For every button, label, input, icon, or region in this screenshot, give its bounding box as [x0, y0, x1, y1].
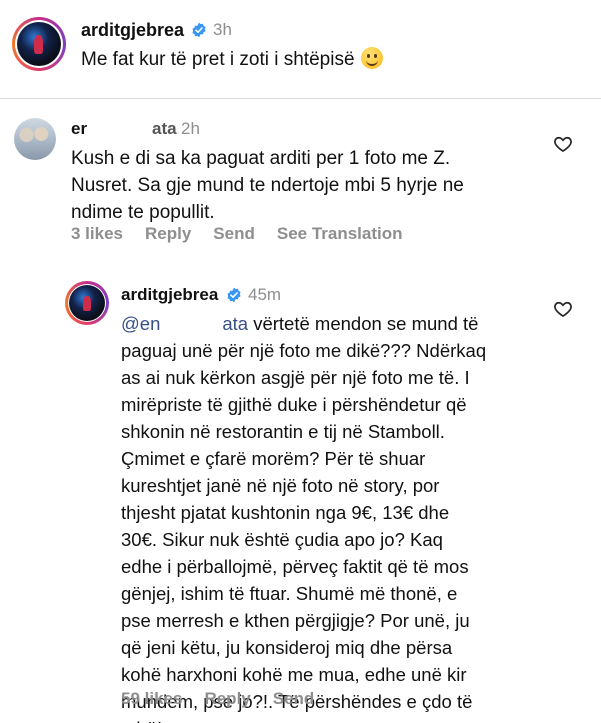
reply-text-line: shkonin në restorantin e tij në Stamboll…: [121, 421, 445, 442]
reply-text-line: as ai nuk kërkon asgjë për një foto me t…: [121, 367, 470, 388]
verified-badge-icon: [227, 287, 241, 303]
reply-text-line: pse merresh e kthen përgjigje? Por unë, …: [121, 610, 470, 631]
send-button[interactable]: Send: [273, 689, 315, 708]
caption-username[interactable]: arditgjebrea: [81, 20, 184, 41]
reply-text: @en ata vërtetë mendon se mund të paguaj …: [121, 310, 551, 723]
like-heart-icon[interactable]: [553, 134, 573, 154]
reply-text-line: gënjej, ishim të ftuar. Shumë më thonë, …: [121, 583, 458, 604]
comment-actions: 3 likes Reply Send See Translation: [71, 224, 425, 244]
reply-time: 45m: [248, 285, 282, 304]
comment-text: Kush e di sa ka paguat arditi per 1 foto…: [71, 145, 464, 226]
reply-username[interactable]: arditgjebrea: [121, 285, 218, 305]
avatar[interactable]: [69, 285, 105, 321]
caption-text: Me fat kur të pret i zoti i shtëpisë: [81, 46, 383, 73]
commenter-username-start[interactable]: er: [71, 119, 87, 139]
likes-count[interactable]: 3 likes: [71, 224, 123, 243]
commenter-username-end[interactable]: ata: [152, 119, 177, 139]
reply-text-line: paguaj unë për një foto me dikë??? Ndërk…: [121, 340, 487, 361]
reply-text-line: thjesht pjatat kushtonin nga 9€, 13€ dhe: [121, 502, 450, 523]
reply-text-line: mirëpriste të gjithë duke i përshëndetur…: [121, 394, 467, 415]
see-translation-button[interactable]: See Translation: [277, 224, 403, 243]
like-heart-icon[interactable]: [553, 299, 573, 319]
comment-text-line: ndime te popullit.: [71, 202, 215, 223]
reply-text-line: Çmimet e çfarë morëm? Për të shuar: [121, 448, 426, 469]
comment-time: 2h: [181, 119, 200, 138]
reply-text-line: edhe i përballojmë, përveç faktit që të …: [121, 556, 469, 577]
reply-text-line: kohë harxhoni kohë me mua, edhe unë kir: [121, 664, 467, 685]
comment-text-line: Nusret. Sa gje mund te ndertoje mbi 5 hy…: [71, 175, 464, 196]
divider: [0, 98, 601, 99]
smiling-face-icon: [360, 47, 383, 69]
comment-text-line: Kush e di sa ka paguat arditi per 1 foto…: [71, 148, 451, 169]
reply-text-line: kureshtjet janë në një foto në story, po…: [121, 475, 440, 496]
reply-text-segment: vërtetë mendon se mund të: [248, 313, 479, 334]
commenter-avatar[interactable]: [14, 118, 56, 160]
reply-text-line: që jeni këtu, ju konsideroj miq dhe përs…: [121, 637, 453, 658]
likes-count[interactable]: 59 likes: [121, 689, 182, 708]
mention-link-end[interactable]: ata: [222, 313, 248, 334]
reply-avatar-ring[interactable]: [65, 281, 109, 325]
reply-button[interactable]: Reply: [204, 689, 250, 708]
mention-link[interactable]: @en: [121, 313, 160, 334]
avatar[interactable]: [17, 22, 61, 66]
verified-badge-icon: [192, 22, 206, 38]
caption-text-content: Me fat kur të pret i zoti i shtëpisë: [81, 49, 355, 70]
send-button[interactable]: Send: [213, 224, 255, 243]
caption-time: 3h: [213, 20, 232, 39]
reply-button[interactable]: Reply: [145, 224, 191, 243]
reply-text-line: 30€. Sikur nuk është çudia apo jo? Kaq: [121, 529, 443, 550]
reply-text-line: @en ata vërtetë mendon se mund të: [121, 310, 551, 337]
post-caption: arditgjebrea 3h Me fat kur të pret i zot…: [0, 0, 601, 98]
caption-avatar-ring[interactable]: [12, 17, 66, 71]
reply-text-line: mirë!: [121, 715, 551, 723]
reply-actions: 59 likes Reply Send: [121, 689, 336, 709]
